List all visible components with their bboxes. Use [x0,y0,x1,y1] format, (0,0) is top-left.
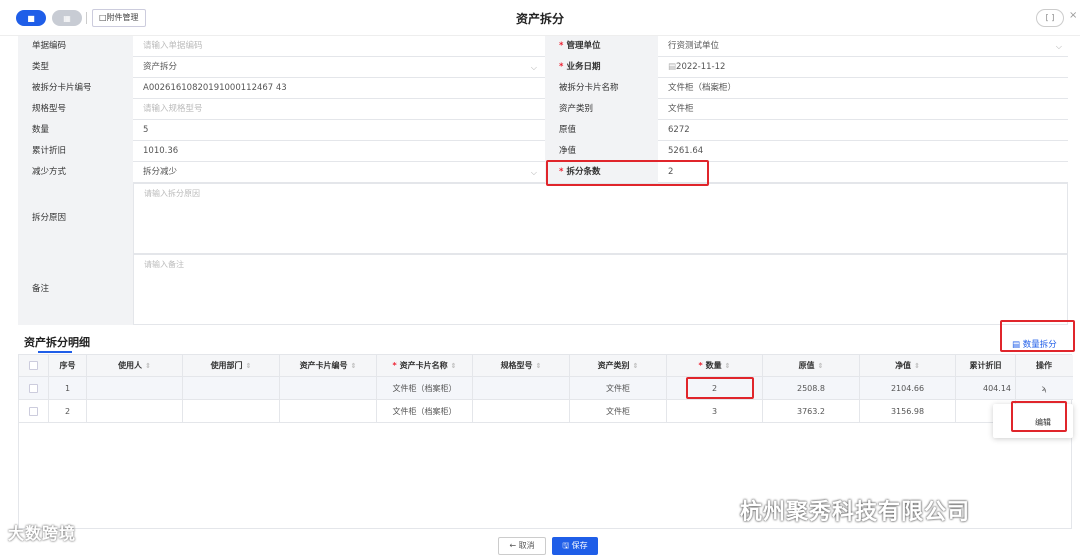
cell-original: 2508.8 [763,377,860,399]
form-row: 拆分原因 请输入拆分原因 [18,183,1068,254]
cell-category: 文件柜 [570,400,667,422]
highlight-box [686,377,754,399]
cell-no: 2 [49,400,87,422]
form-row: 数量 5 原值 6272 [18,120,1068,141]
label-business-date: * 业务日期 [545,57,658,78]
form-row: 规格型号 请输入规格型号 资产类别 文件柜 [18,99,1068,120]
label-quantity: 数量 [18,120,133,141]
close-icon[interactable]: × [1069,10,1077,21]
calendar-icon: ▤ [668,62,677,72]
detail-title: 资产拆分明细 [24,336,90,349]
management-unit-select[interactable]: 行资测试单位 ⌵ [658,36,1068,57]
label-asset-category: 资产类别 [545,99,658,120]
form-row: 减少方式 拆分减少 ⌵ * 拆分条数 2 [18,162,1068,183]
highlight-box [546,160,709,186]
label-split-card-name: 被拆分卡片名称 [545,78,658,99]
highlight-box [1011,401,1067,432]
chevron-down-icon: ⌵ [1055,42,1062,51]
cell-user[interactable] [87,400,183,422]
table-row[interactable]: 2 文件柜（档案柜） 文件柜 3 3763.2 3156.98 6 [19,400,1073,423]
type-select[interactable]: 资产拆分 ⌵ [133,57,543,78]
reduction-method-select[interactable]: 拆分减少 ⌵ [133,162,543,183]
top-bar: ■ ▦ □附件管理 资产拆分 [ ] × [0,0,1080,36]
form-row: 备注 请输入备注 [18,254,1068,325]
select-all-checkbox[interactable] [29,361,38,370]
watermark-company: 杭州聚秀科技有限公司 [740,500,971,525]
label-split-reason: 拆分原因 [18,183,133,254]
col-spec[interactable]: 规格型号 ⇕ [473,355,570,376]
col-category[interactable]: 资产类别 ⇕ [570,355,667,376]
footer-bar: ← 取消 🖫 保存 [0,530,1080,555]
cell-no: 1 [49,377,87,399]
split-reason-textarea[interactable]: 请输入拆分原因 [133,183,1068,254]
cancel-button[interactable]: ← 取消 [498,537,546,555]
row-checkbox[interactable] [29,383,38,393]
label-doc-code: 单据编码 [18,36,133,57]
col-operation: 操作 [1036,361,1052,370]
asset-category-value: 文件柜 [668,104,694,114]
row-checkbox[interactable] [29,406,38,416]
label-reduction-method: 减少方式 [18,162,133,183]
col-card-no[interactable]: 资产卡片编号 ⇕ [280,355,377,376]
col-user[interactable]: 使用人 ⇕ [87,355,183,376]
cell-card-no [280,400,377,422]
more-actions-icon[interactable]: ϡ [1016,377,1072,399]
cell-quantity[interactable]: 3 [667,400,763,422]
col-department[interactable]: 使用部门 ⇕ [183,355,280,376]
cell-category: 文件柜 [570,377,667,399]
cell-department[interactable] [183,377,280,399]
remark-textarea[interactable]: 请输入备注 [133,254,1068,325]
page-title: 资产拆分 [515,12,564,26]
label-split-card-no: 被拆分卡片编号 [18,78,133,99]
cell-card-name: 文件柜（档案柜） [377,400,473,422]
label-accumulated-depreciation: 累计折旧 [18,141,133,162]
title-underline [38,351,72,353]
net-value: 5261.64 [668,146,704,156]
cell-net: 3156.98 [860,400,956,422]
cell-depreciation: 404.14 [956,377,1016,399]
col-original[interactable]: 原值 ⇕ [763,355,860,376]
col-quantity[interactable]: * 数量 ⇕ [667,355,763,376]
cell-department[interactable] [183,400,280,422]
col-depreciation[interactable]: 累计折旧 [956,355,1016,376]
label-spec-model: 规格型号 [18,99,133,120]
original-value: 6272 [668,125,690,135]
label-net-value: 净值 [545,141,658,162]
cell-net: 2104.66 [860,377,956,399]
chevron-down-icon: ⌵ [530,168,537,177]
label-management-unit: * 管理单位 [545,36,658,57]
save-button[interactable]: 🖫 保存 [552,537,598,555]
cell-card-no [280,377,377,399]
split-count-input[interactable]: 2 [658,162,1068,183]
split-card-name-value: 文件柜（档案柜） [668,83,737,93]
cell-spec [473,377,570,399]
form-row: 类型 资产拆分 ⌵ * 业务日期 ▤2022-11-12 [18,57,1068,78]
form-row: 累计折旧 1010.36 净值 5261.64 [18,141,1068,162]
fullscreen-button[interactable]: [ ] [1036,9,1064,27]
col-net[interactable]: 净值 ⇕ [860,355,956,376]
label-remark: 备注 [18,254,133,325]
label-type: 类型 [18,57,133,78]
cell-card-name: 文件柜（档案柜） [377,377,473,399]
split-card-no-value: A00261610820191000112467 43 [143,83,287,93]
watermark-brand: 大数跨境 [8,524,77,543]
col-no: 序号 [49,355,87,376]
cell-spec [473,400,570,422]
highlight-box [1000,320,1075,352]
form-row: 单据编码 请输入单据编码 * 管理单位 行资测试单位 ⌵ [18,36,1068,57]
business-date-picker[interactable]: ▤2022-11-12 [658,57,1068,78]
accumulated-depreciation-value: 1010.36 [143,146,179,156]
spec-model-input[interactable]: 请输入规格型号 [133,99,543,120]
quantity-value: 5 [143,125,149,135]
doc-code-input[interactable]: 请输入单据编码 [133,36,543,57]
table-header: 序号 使用人 ⇕ 使用部门 ⇕ 资产卡片编号 ⇕ * 资产卡片名称 ⇕ 规格型号 ⇕ 资产类… [19,355,1073,377]
table-row[interactable]: 1 文件柜（档案柜） 文件柜 2 2508.8 2104.66 404.14 ϡ [19,377,1073,400]
cell-original: 3763.2 [763,400,860,422]
col-card-name[interactable]: * 资产卡片名称 ⇕ [377,355,473,376]
chevron-down-icon: ⌵ [530,63,537,72]
form-row: 被拆分卡片编号 A00261610820191000112467 43 被拆分卡… [18,78,1068,99]
cell-user[interactable] [87,377,183,399]
label-original-value: 原值 [545,120,658,141]
